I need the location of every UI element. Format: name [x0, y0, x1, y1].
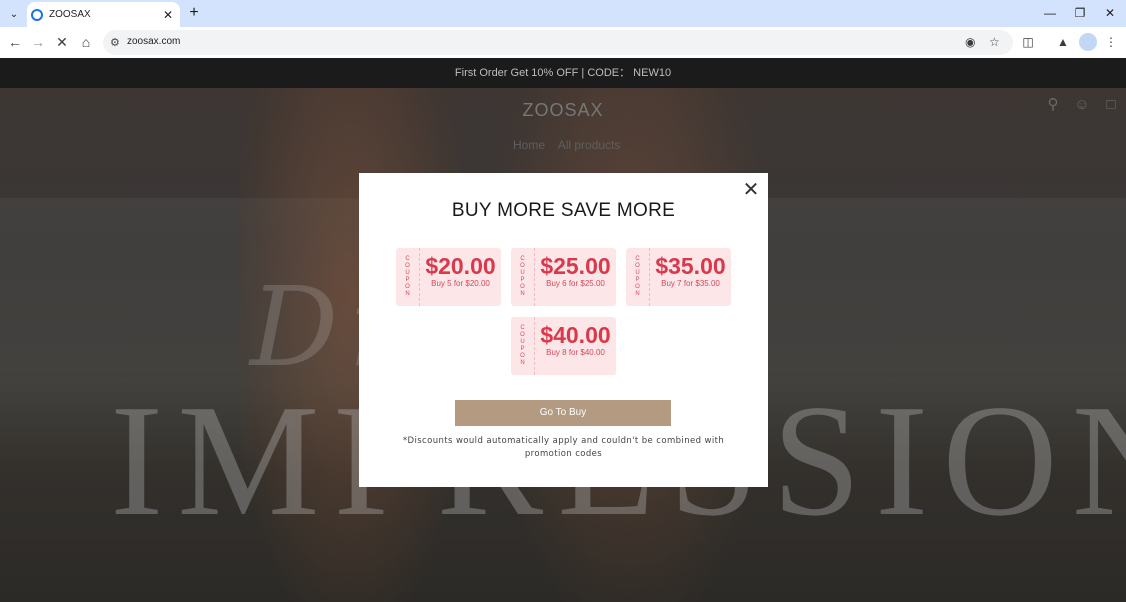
coupon-description: Buy 8 for $40.00: [546, 348, 605, 357]
window-close-icon[interactable]: ✕: [1100, 4, 1120, 22]
labs-flask-icon[interactable]: ▲: [1054, 33, 1072, 51]
coupon-label: COUPON: [626, 248, 650, 306]
address-bar[interactable]: ⚙ zoosax.com ◉ ☆: [103, 30, 1013, 55]
tab-close-icon[interactable]: ✕: [161, 8, 175, 22]
forward-icon[interactable]: →: [28, 32, 48, 52]
tab-title: ZOOSAX: [49, 9, 91, 20]
coupon-label: COUPON: [511, 317, 535, 375]
coupon-amount: $35.00: [655, 253, 726, 279]
url-text: zoosax.com: [127, 36, 181, 47]
coupon-description: Buy 6 for $25.00: [546, 279, 605, 288]
browser-toolbar: ← → ✕ ⌂ ⚙ zoosax.com ◉ ☆ ◫ ▲ ⋮: [0, 27, 1126, 58]
breadcrumb: Home All products: [513, 138, 630, 152]
browser-tab-bar: ⌄ ZOOSAX ✕ + — ❐ ✕: [0, 0, 1126, 27]
coupon-card[interactable]: COUPON $25.00 Buy 6 for $25.00: [511, 248, 616, 306]
coupon-label: COUPON: [511, 248, 535, 306]
profile-avatar-icon[interactable]: [1079, 33, 1097, 51]
bookmark-star-icon[interactable]: ☆: [989, 35, 1000, 49]
cart-bag-icon[interactable]: □: [1102, 96, 1120, 114]
search-icon[interactable]: ⚲: [1044, 96, 1062, 114]
minimize-icon[interactable]: —: [1040, 4, 1060, 22]
browser-tab[interactable]: ZOOSAX ✕: [27, 2, 180, 27]
coupon-amount: $25.00: [540, 253, 611, 279]
site-info-icon[interactable]: ⚙: [110, 36, 120, 49]
coupon-amount: $20.00: [425, 253, 496, 279]
announcement-bar: First Order Get 10% OFF | CODE： NEW10: [0, 58, 1126, 88]
coupon-description: Buy 5 for $20.00: [431, 279, 490, 288]
back-icon[interactable]: ←: [5, 32, 25, 52]
coupon-description: Buy 7 for $35.00: [661, 279, 720, 288]
discount-disclaimer: *Discounts would automatically apply and…: [402, 436, 725, 459]
home-icon[interactable]: ⌂: [76, 32, 96, 52]
coupon-amount: $40.00: [540, 322, 611, 348]
breadcrumb-home[interactable]: Home: [513, 138, 545, 152]
breadcrumb-all-products[interactable]: All products: [558, 138, 621, 152]
promo-modal: ✕ BUY MORE SAVE MORE COUPON $20.00 Buy 5…: [359, 173, 768, 487]
coupon-card[interactable]: COUPON $40.00 Buy 8 for $40.00: [511, 317, 616, 375]
more-menu-icon[interactable]: ⋮: [1102, 33, 1120, 51]
modal-title: BUY MORE SAVE MORE: [451, 200, 676, 221]
eye-off-icon[interactable]: ◉: [965, 35, 975, 49]
account-icon[interactable]: ☺: [1073, 96, 1091, 114]
restore-icon[interactable]: ❐: [1070, 4, 1090, 22]
extensions-icon[interactable]: ◫: [1019, 33, 1037, 51]
new-tab-icon[interactable]: +: [185, 4, 203, 22]
coupon-card[interactable]: COUPON $35.00 Buy 7 for $35.00: [626, 248, 731, 306]
coupon-label: COUPON: [396, 248, 420, 306]
site-favicon-icon: [31, 8, 43, 21]
site-logo[interactable]: ZOOSAX: [0, 100, 1126, 121]
coupon-card[interactable]: COUPON $20.00 Buy 5 for $20.00: [396, 248, 501, 306]
modal-close-icon[interactable]: ✕: [742, 180, 760, 200]
tab-search-icon[interactable]: ⌄: [5, 5, 23, 23]
stop-loading-icon[interactable]: ✕: [52, 32, 72, 52]
go-to-buy-button[interactable]: Go To Buy: [455, 400, 671, 426]
